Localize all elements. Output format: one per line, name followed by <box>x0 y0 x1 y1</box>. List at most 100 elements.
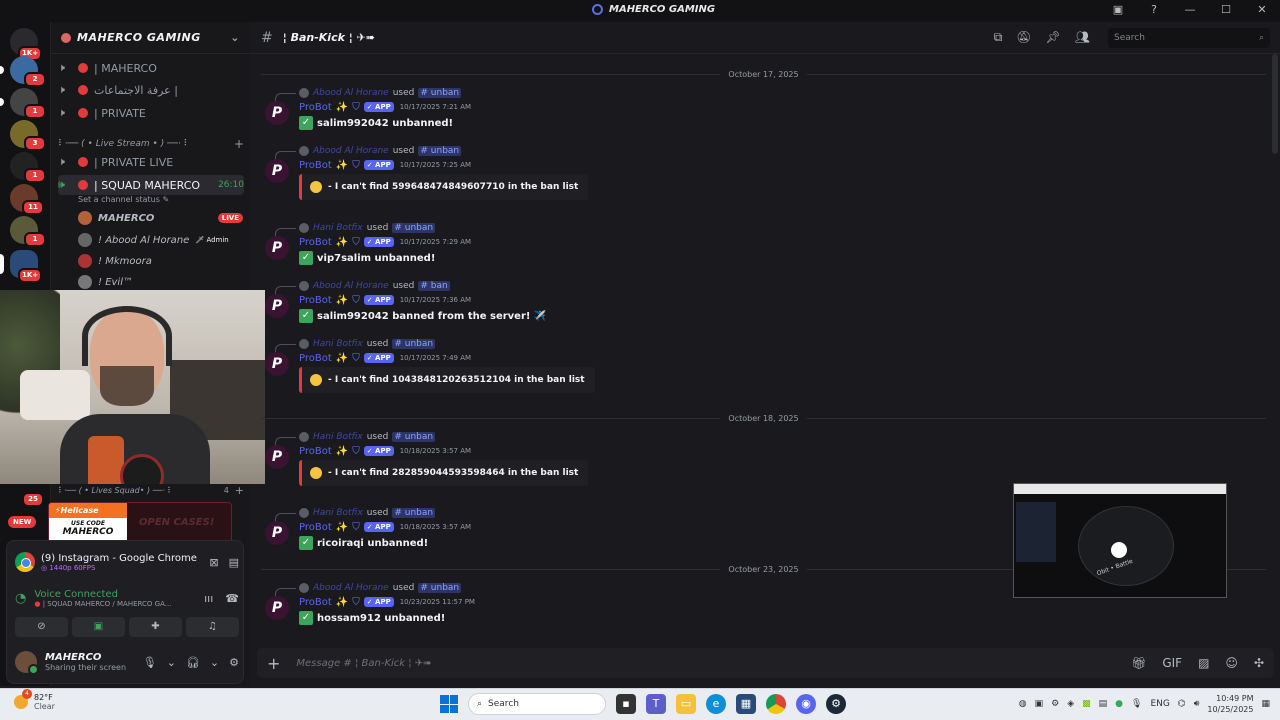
set-channel-status[interactable]: Set a channel status ✎ <box>78 195 169 204</box>
activities-button[interactable]: ✚ <box>129 617 182 637</box>
bot-name[interactable]: ProBot <box>299 295 332 306</box>
stream-settings-icon[interactable]: ▤ <box>229 556 239 569</box>
share-screen-button[interactable]: ▣ <box>72 617 125 637</box>
scrollbar[interactable] <box>1272 54 1278 646</box>
guild-header[interactable]: MAHERCO GAMING ⌄ <box>51 22 250 54</box>
bot-name[interactable]: ProBot <box>299 597 332 608</box>
start-button[interactable] <box>440 695 458 713</box>
voice-user[interactable]: ! Abood Al Horane 🗡 Admin <box>78 231 243 249</box>
voice-user[interactable]: MAHERCO LIVE <box>78 209 243 227</box>
chrome-icon[interactable] <box>766 694 786 714</box>
gif-icon[interactable]: GIF <box>1162 656 1182 670</box>
add-channel-icon[interactable]: + <box>234 137 244 151</box>
avatar[interactable] <box>15 651 39 675</box>
probot-avatar[interactable]: P <box>265 352 289 376</box>
bot-name[interactable]: ProBot <box>299 446 332 457</box>
category-live-stream[interactable]: ⠇·── ( • Live Stream • ) ──·⠸ + <box>58 137 244 151</box>
play-icon[interactable] <box>1111 542 1127 558</box>
bot-name[interactable]: ProBot <box>299 522 332 533</box>
probot-avatar[interactable]: P <box>265 159 289 183</box>
voice-channel[interactable]: 🕨 | MAHERCO <box>58 58 246 78</box>
reply-reference[interactable]: Abood Al Horane used # unban <box>274 145 462 160</box>
probot-avatar[interactable]: P <box>265 521 289 545</box>
reply-reference[interactable]: Hani Botfix used # unban <box>274 338 436 353</box>
attach-plus-icon[interactable]: + <box>267 654 280 673</box>
reply-reference[interactable]: Hani Botfix used # unban <box>274 431 436 446</box>
apps-icon[interactable]: ✣ <box>1254 656 1264 670</box>
sticker-icon[interactable]: ▨ <box>1198 656 1209 670</box>
reply-reference[interactable]: Hani Botfix used # unban <box>274 222 436 237</box>
add-channel-icon[interactable]: + <box>235 484 244 497</box>
picture-in-picture-window[interactable]: Obit • Battle <box>1013 483 1227 598</box>
task-view-icon[interactable]: ▪ <box>616 694 636 714</box>
stop-stream-icon[interactable]: ⊠ <box>209 556 218 569</box>
message-composer[interactable]: + Message # ¦ Ban-Kick ¦ ✈➠ 🎁︎ GIF ▨ ☺ ✣ <box>257 648 1274 678</box>
taskbar-search[interactable]: ⌕ Search <box>468 693 606 715</box>
pin-icon[interactable]: 📌︎ <box>1046 30 1061 45</box>
file-explorer-icon[interactable]: ▭ <box>676 694 696 714</box>
gift-icon[interactable]: 🎁︎ <box>1131 656 1146 670</box>
disconnect-icon[interactable]: ☎ <box>225 592 239 605</box>
camera-button[interactable]: ⊘ <box>15 617 68 637</box>
bot-name[interactable]: ProBot <box>299 160 332 171</box>
tray-app-icon[interactable]: ● <box>1115 699 1123 709</box>
tray-app-icon[interactable]: ◈ <box>1067 699 1074 709</box>
probot-avatar[interactable]: P <box>265 294 289 318</box>
reply-reference[interactable]: Abood Al Horane used # unban <box>274 87 462 102</box>
reply-reference[interactable]: Abood Al Horane used # ban <box>275 280 450 295</box>
message-input[interactable]: Message # ¦ Ban-Kick ¦ ✈➠ <box>296 658 431 669</box>
bot-name[interactable]: ProBot <box>299 353 332 364</box>
clock[interactable]: 10:49 PM 10/25/2025 <box>1207 693 1253 715</box>
reply-reference[interactable]: Abood Al Horane used # unban <box>274 582 462 597</box>
tray-app-icon[interactable]: ▤ <box>1099 699 1108 709</box>
volume-icon[interactable]: 🔊︎ <box>1194 699 1200 709</box>
threads-icon[interactable]: ⧉ <box>994 30 1003 45</box>
microphone-icon[interactable]: 🎙︎ <box>1131 699 1142 709</box>
tray-steam-icon[interactable]: ⚙ <box>1051 699 1059 709</box>
steam-icon[interactable]: ⚙ <box>826 694 846 714</box>
network-icon[interactable]: ⌬ <box>1178 699 1186 709</box>
microphone-icon[interactable]: 🎙︎ <box>143 656 157 669</box>
teams-icon[interactable]: T <box>646 694 666 714</box>
bot-name[interactable]: ProBot <box>299 102 332 113</box>
voice-channel[interactable]: 🕨 | PRIVATE <box>58 103 246 123</box>
probot-avatar[interactable]: P <box>265 236 289 260</box>
voice-channel[interactable]: 🕨 عرفة الاجتماعات | <box>58 80 246 100</box>
store-icon[interactable]: ▦ <box>736 694 756 714</box>
noise-suppression-icon[interactable]: ııı <box>204 592 213 605</box>
voice-status[interactable]: Voice Connected <box>34 589 171 600</box>
edge-icon[interactable]: e <box>706 694 726 714</box>
soundboard-button[interactable]: ♫ <box>186 617 239 637</box>
help-icon[interactable]: ? <box>1146 3 1162 16</box>
language-indicator[interactable]: ENG <box>1150 699 1169 709</box>
tray-app-icon[interactable]: ▣ <box>1035 699 1044 709</box>
bot-name[interactable]: ProBot <box>299 237 332 248</box>
emoji-icon[interactable]: ☺ <box>1225 656 1238 670</box>
chevron-down-icon[interactable]: ⌄ <box>167 656 176 669</box>
close-button[interactable]: ✕ <box>1254 3 1270 16</box>
tray-nvidia-icon[interactable]: ▩ <box>1082 699 1091 709</box>
voice-channel[interactable]: 🕨 | PRIVATE LIVE <box>58 152 246 172</box>
minimize-button[interactable]: — <box>1182 3 1198 16</box>
tray-app-icon[interactable]: ◍ <box>1019 699 1027 709</box>
weather-widget[interactable]: 4 82°F Clear <box>14 689 55 711</box>
maximize-button[interactable]: ☐ <box>1218 3 1234 16</box>
headphones-icon[interactable]: 🎧︎ <box>186 656 200 669</box>
voice-user[interactable]: ! Evil™ <box>78 273 243 291</box>
chevron-down-icon[interactable]: ⌄ <box>210 656 219 669</box>
gear-icon[interactable]: ⚙ <box>229 656 239 669</box>
probot-avatar[interactable]: P <box>265 596 289 620</box>
search-input[interactable]: Search ⌕ <box>1108 28 1270 48</box>
inbox-icon[interactable]: ▣ <box>1110 3 1126 16</box>
discord-icon[interactable]: ◉ <box>796 694 816 714</box>
mute-bell-icon[interactable]: 🔕︎ <box>1016 30 1031 45</box>
voice-channel-active[interactable]: 🕪 | SQUAD MAHERCO 26:10 <box>58 175 244 195</box>
notifications-icon[interactable]: ▦ <box>1261 699 1270 709</box>
probot-avatar[interactable]: P <box>265 101 289 125</box>
scrollbar-thumb[interactable] <box>1272 54 1278 154</box>
probot-avatar[interactable]: P <box>265 445 289 469</box>
voice-user[interactable]: ! Mkmoora <box>78 252 243 270</box>
reply-reference[interactable]: Hani Botfix used # unban <box>274 507 436 522</box>
members-icon[interactable]: 👥︎ <box>1075 30 1090 45</box>
category-lives-squad[interactable]: ⠇·── ( • Lives Squad• ) ──·⠸ 4 + <box>58 484 244 497</box>
